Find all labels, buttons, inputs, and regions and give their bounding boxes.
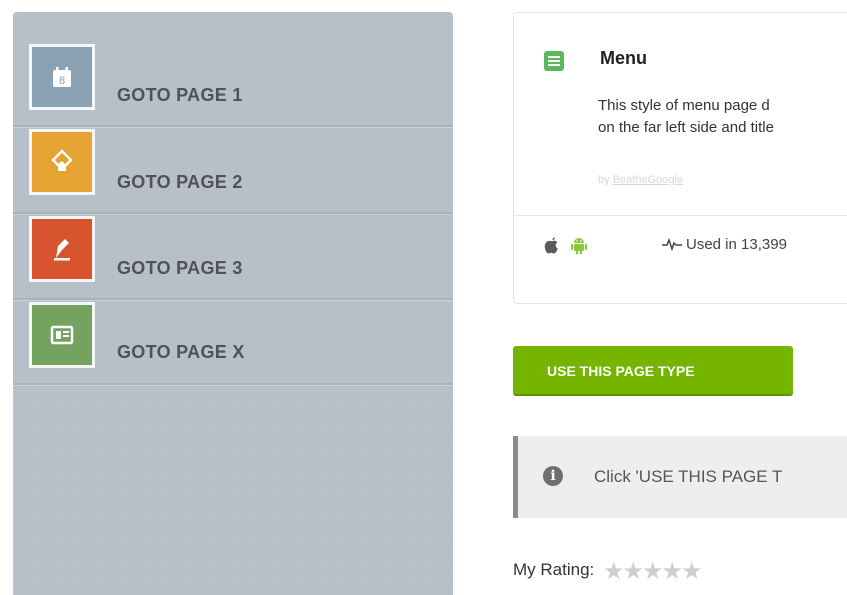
thumbs-up-tag-icon [29, 129, 95, 195]
star-icon[interactable]: ★ [623, 558, 645, 585]
usage-count: Used in 13,399 [662, 236, 787, 253]
pulse-icon [662, 237, 682, 252]
info-icon: i [543, 466, 563, 486]
menu-item-label: GOTO PAGE 1 [117, 85, 243, 105]
menu-item-label: GOTO PAGE 3 [117, 258, 243, 278]
author-link[interactable]: BeatheGoogle [613, 174, 683, 186]
star-icon[interactable]: ★ [681, 558, 703, 585]
page-type-description: This style of menu page d on the far lef… [598, 97, 774, 136]
card-divider [514, 215, 847, 216]
menu-item-label: GOTO PAGE 2 [117, 172, 243, 192]
list-icon [544, 51, 564, 71]
star-icon[interactable]: ★ [603, 558, 625, 585]
star-icon[interactable]: ★ [662, 558, 684, 585]
notice-text: Click 'USE THIS PAGE T [594, 467, 783, 486]
pen-icon [29, 216, 95, 282]
rating-stars[interactable]: ★★★★★ [603, 558, 703, 585]
calendar-number: 8 [59, 75, 65, 87]
my-rating: My Rating: ★★★★★ [513, 558, 703, 585]
use-page-type-button[interactable]: USE THIS PAGE TYPE [513, 346, 793, 396]
contact-card-icon [29, 302, 95, 368]
menu-item-page-3[interactable]: GOTO PAGE 3 [13, 212, 453, 300]
page-type-title: Menu [600, 48, 647, 68]
menu-item-label: GOTO PAGE X [117, 342, 245, 362]
apple-icon [544, 237, 560, 260]
page-type-card: Menu This style of menu page d on the fa… [513, 12, 847, 304]
menu-item-page-1[interactable]: 8 GOTO PAGE 1 [13, 40, 453, 127]
background-pattern [13, 385, 453, 595]
calendar-icon: 8 [29, 44, 95, 110]
menu-item-page-2[interactable]: GOTO PAGE 2 [13, 125, 453, 214]
page-type-preview: 8 GOTO PAGE 1 GOTO PAGE 2 GOTO PAGE 3 GO… [13, 12, 453, 595]
rating-label: My Rating: [513, 560, 595, 579]
star-icon[interactable]: ★ [642, 558, 664, 585]
info-notice: i Click 'USE THIS PAGE T [513, 436, 847, 518]
android-icon [570, 237, 588, 260]
menu-item-page-x[interactable]: GOTO PAGE X [13, 298, 453, 385]
author-credit: by BeatheGoogle [598, 174, 684, 186]
